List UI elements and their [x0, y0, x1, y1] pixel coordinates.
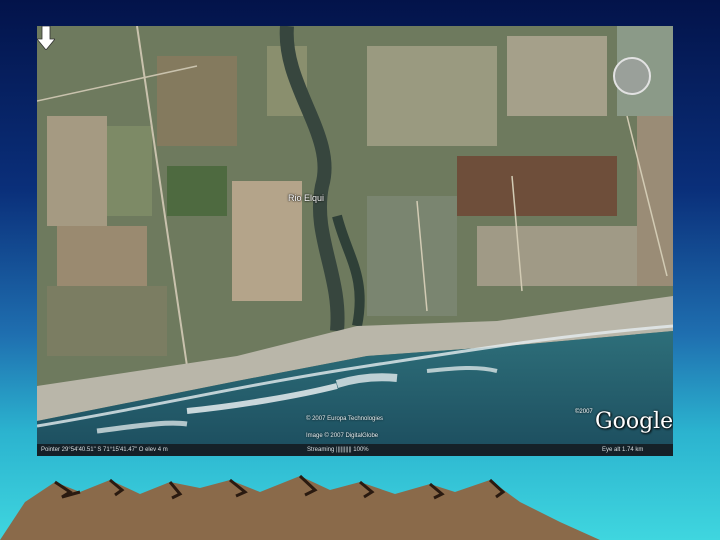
eye-alt-readout: Eye alt 1.74 km [602, 447, 644, 453]
status-bar: Pointer 29°54'40.51" S 71°15'41.47" O el… [37, 444, 673, 456]
pointer-readout: Pointer 29°54'40.51" S 71°15'41.47" O el… [41, 447, 168, 453]
mountain-range-decoration [0, 474, 600, 540]
satellite-map[interactable]: Rio Elqui © 2007 Europa Technologies Ima… [37, 26, 673, 456]
satellite-imagery [37, 26, 673, 456]
down-arrow-marker-icon[interactable] [37, 26, 55, 50]
streaming-readout: Streaming |||||||||| 100% [307, 447, 369, 453]
copyright-line-2: Image © 2007 DigitalGlobe [306, 433, 379, 439]
place-label[interactable]: Rio Elqui [288, 193, 324, 203]
google-logo: ©2007 Google [575, 407, 673, 439]
logo-prefix: ©2007 [575, 409, 593, 415]
copyright-line-1: © 2007 Europa Technologies [306, 416, 384, 422]
logo-brand: Google [595, 409, 673, 434]
